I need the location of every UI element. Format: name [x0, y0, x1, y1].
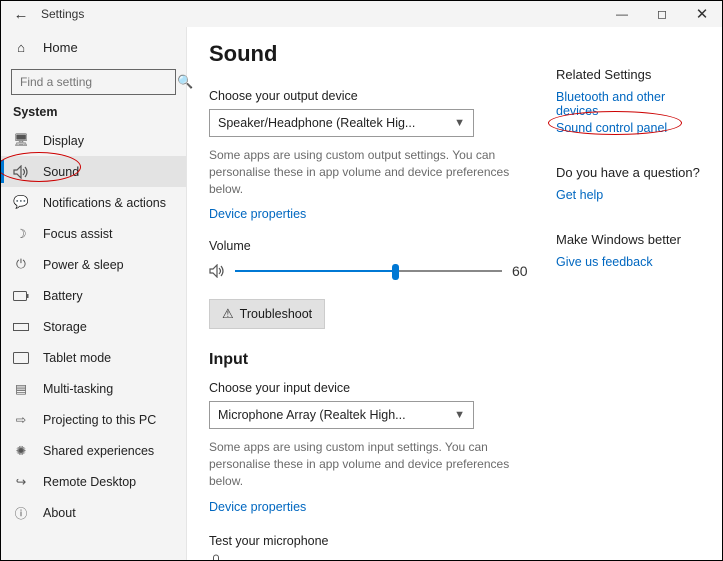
search-input[interactable]	[18, 74, 177, 90]
content-area[interactable]: Sound Choose your output device Speaker/…	[187, 27, 550, 560]
volume-slider[interactable]	[235, 259, 502, 283]
nav-item-battery[interactable]: Battery	[1, 280, 186, 311]
nav-item-sound[interactable]: Sound	[1, 156, 186, 187]
question-title: Do you have a question?	[556, 165, 706, 180]
nav-item-label: Multi-tasking	[43, 382, 113, 396]
close-button[interactable]: ✕	[682, 1, 722, 27]
nav-item-label: Tablet mode	[43, 351, 111, 365]
input-heading: Input	[209, 351, 532, 369]
input-device-value: Microphone Array (Realtek High...	[218, 408, 406, 422]
display-icon: 🖥	[13, 133, 29, 148]
notifications-icon: 💬	[13, 195, 29, 210]
nav-item-label: Display	[43, 134, 84, 148]
warning-icon: ⚠	[222, 306, 234, 322]
better-title: Make Windows better	[556, 232, 706, 247]
nav-item-notifications[interactable]: 💬 Notifications & actions	[1, 187, 186, 218]
microphone-icon	[209, 554, 223, 560]
nav-home-label: Home	[43, 40, 78, 55]
nav-item-storage[interactable]: Storage	[1, 311, 186, 342]
output-troubleshoot-label: Troubleshoot	[240, 307, 313, 321]
nav-item-multitasking[interactable]: ▤ Multi-tasking	[1, 373, 186, 404]
nav-item-label: Remote Desktop	[43, 475, 136, 489]
bluetooth-link[interactable]: Bluetooth and other devices	[556, 90, 706, 118]
search-box[interactable]: 🔍	[11, 69, 176, 95]
feedback-link[interactable]: Give us feedback	[556, 255, 706, 269]
share-icon: ✺	[13, 443, 29, 458]
related-settings-title: Related Settings	[556, 67, 706, 82]
right-panel: Related Settings Bluetooth and other dev…	[550, 27, 722, 560]
titlebar: ← Settings ― ◻ ✕	[1, 1, 722, 27]
category-label: System	[1, 105, 186, 125]
sound-icon	[13, 165, 29, 179]
nav-item-label: Shared experiences	[43, 444, 154, 458]
nav-item-remote[interactable]: ↪ Remote Desktop	[1, 466, 186, 497]
nav-item-about[interactable]: ⓘ About	[1, 497, 186, 528]
output-hint: Some apps are using custom output settin…	[209, 147, 529, 197]
volume-label: Volume	[209, 239, 532, 253]
nav-item-label: Battery	[43, 289, 83, 303]
nav-item-label: Projecting to this PC	[43, 413, 156, 427]
output-device-properties-link[interactable]: Device properties	[209, 207, 306, 221]
nav-item-focus-assist[interactable]: ☽ Focus assist	[1, 218, 186, 249]
chevron-down-icon: ▼	[454, 409, 465, 421]
settings-window: ← Settings ― ◻ ✕ ⌂ Home 🔍 System 🖥 Displ…	[0, 0, 723, 561]
output-troubleshoot-button[interactable]: ⚠ Troubleshoot	[209, 299, 325, 329]
nav-item-label: Notifications & actions	[43, 196, 166, 210]
nav-item-tablet[interactable]: Tablet mode	[1, 342, 186, 373]
page-title: Sound	[209, 41, 532, 67]
get-help-link[interactable]: Get help	[556, 188, 706, 202]
nav-item-label: Focus assist	[43, 227, 112, 241]
remote-icon: ↪	[13, 474, 29, 489]
power-icon: ⏻	[13, 257, 29, 272]
input-hint: Some apps are using custom input setting…	[209, 439, 529, 489]
output-device-select[interactable]: Speaker/Headphone (Realtek Hig... ▼	[209, 109, 474, 137]
nav-list: 🖥 Display Sound 💬 Notifications & action…	[1, 125, 186, 528]
input-device-label: Choose your input device	[209, 381, 532, 395]
nav-item-label: About	[43, 506, 76, 520]
nav-item-label: Sound	[43, 165, 79, 179]
sidebar: ⌂ Home 🔍 System 🖥 Display Sound	[1, 27, 187, 560]
tablet-icon	[13, 352, 29, 364]
mic-test-label: Test your microphone	[209, 534, 532, 548]
output-device-label: Choose your output device	[209, 89, 532, 103]
volume-value: 60	[512, 263, 532, 279]
chevron-down-icon: ▼	[454, 117, 465, 129]
back-button[interactable]: ←	[1, 6, 41, 23]
about-icon: ⓘ	[13, 503, 29, 522]
nav-item-shared[interactable]: ✺ Shared experiences	[1, 435, 186, 466]
storage-icon	[13, 323, 29, 331]
nav-item-power[interactable]: ⏻ Power & sleep	[1, 249, 186, 280]
sound-control-panel-link[interactable]: Sound control panel	[556, 121, 706, 135]
output-device-value: Speaker/Headphone (Realtek Hig...	[218, 116, 415, 130]
window-title: Settings	[41, 7, 84, 21]
speaker-icon	[209, 264, 225, 278]
focus-icon: ☽	[13, 226, 29, 241]
nav-item-display[interactable]: 🖥 Display	[1, 125, 186, 156]
project-icon: ⇨	[13, 412, 29, 427]
nav-item-label: Power & sleep	[43, 258, 124, 272]
input-device-select[interactable]: Microphone Array (Realtek High... ▼	[209, 401, 474, 429]
battery-icon	[13, 291, 29, 301]
multitask-icon: ▤	[13, 381, 29, 396]
nav-home[interactable]: ⌂ Home	[1, 33, 186, 61]
home-icon: ⌂	[13, 40, 29, 55]
maximize-button[interactable]: ◻	[642, 1, 682, 27]
nav-item-label: Storage	[43, 320, 87, 334]
minimize-button[interactable]: ―	[602, 1, 642, 27]
input-device-properties-link[interactable]: Device properties	[209, 500, 306, 514]
nav-item-projecting[interactable]: ⇨ Projecting to this PC	[1, 404, 186, 435]
